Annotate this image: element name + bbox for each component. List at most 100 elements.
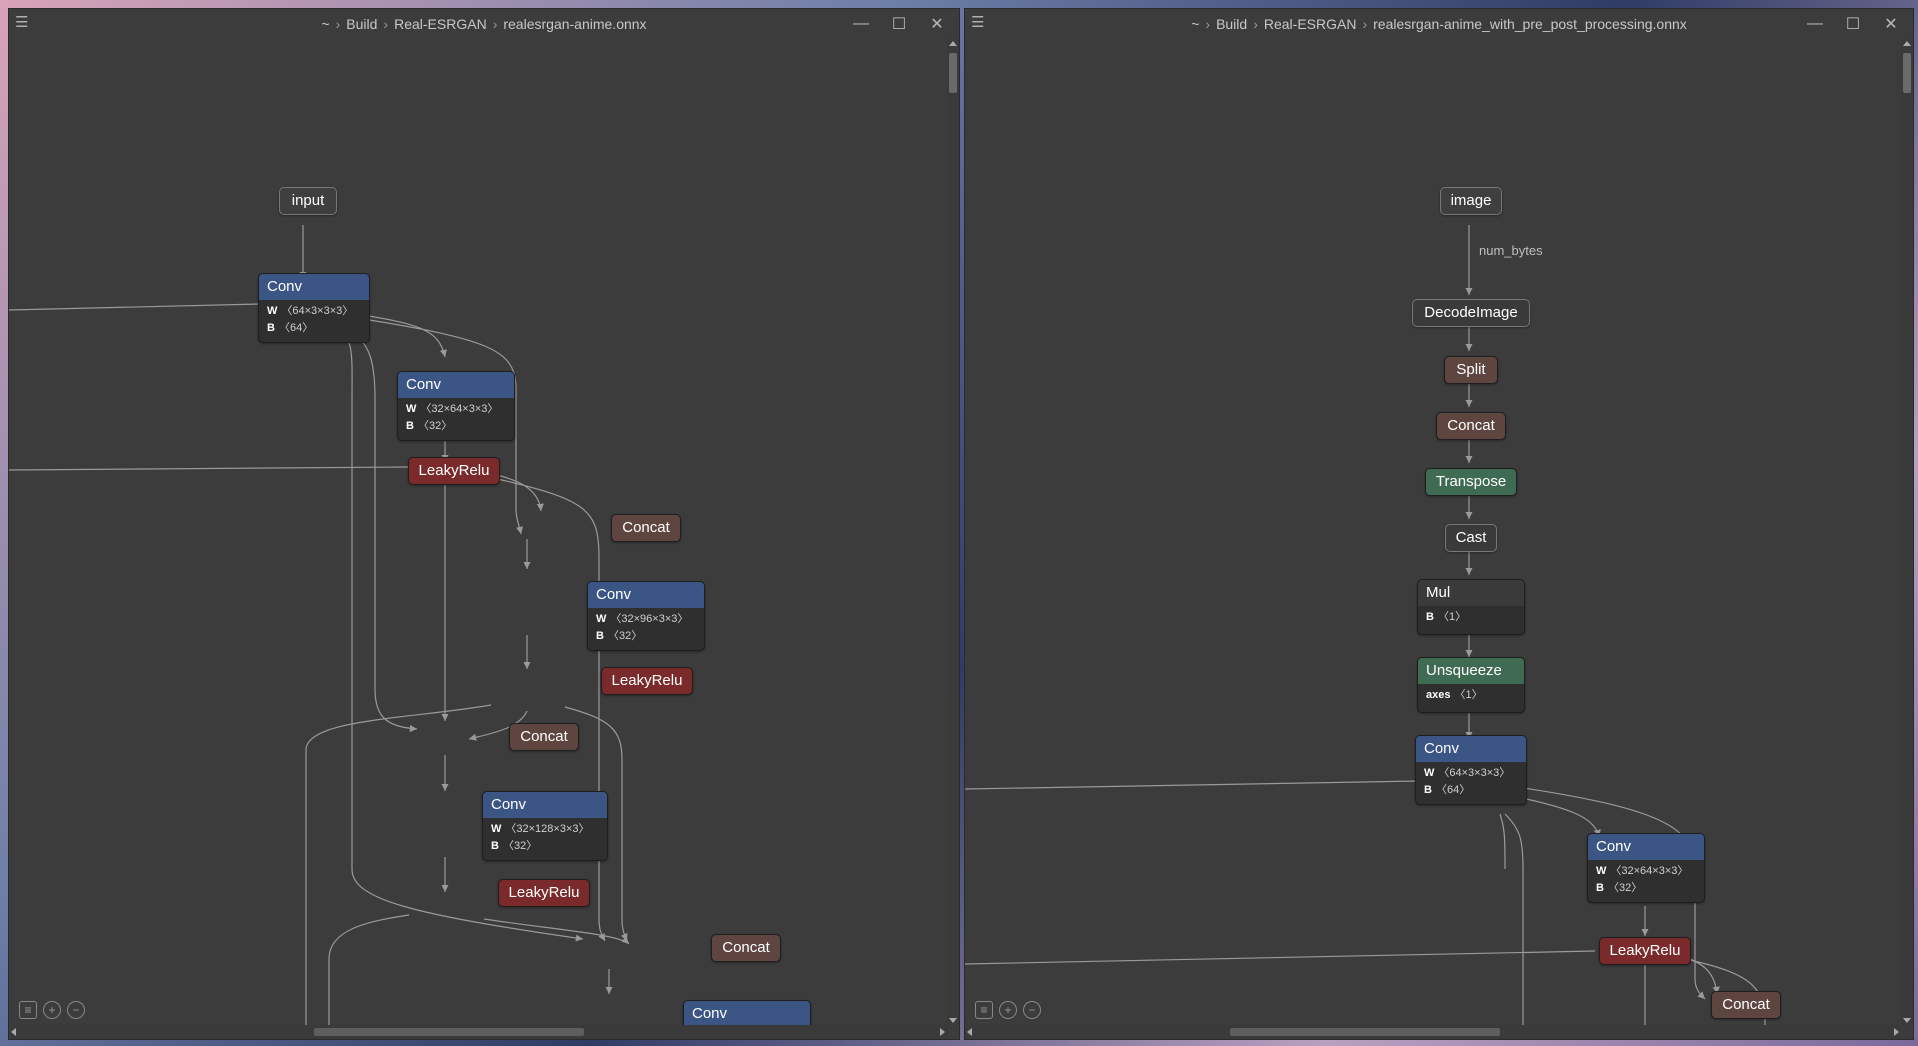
maximize-icon[interactable]: ☐ [883,13,915,35]
zoom-in-icon[interactable]: + [999,1001,1017,1019]
left-graph-canvas[interactable]: input Conv W 〈64×3×3×3〉 B 〈64〉 Conv W 〈32×6… [9,39,947,1030]
chevron-right-icon: › [1362,16,1368,32]
node-label: Conv [483,792,607,818]
node-label: Concat [722,939,770,956]
node-label: LeakyRelu [611,672,683,689]
zoom-out-icon[interactable]: − [1023,1001,1041,1019]
node-unsqueeze[interactable]: Unsqueeze axes 〈1〉 [1417,657,1525,713]
scrollbar-thumb[interactable] [1230,1028,1500,1036]
node-label: Transpose [1435,473,1507,490]
node-label: Conv [398,372,514,398]
list-icon[interactable]: ≡ [975,1001,993,1019]
node-label: Conv [588,582,704,608]
node-leakyrelu[interactable]: LeakyRelu [1599,937,1691,965]
scroll-up-icon[interactable] [1903,41,1911,46]
breadcrumb-home[interactable]: ~ [321,16,329,32]
scrollbar-thumb[interactable] [314,1028,584,1036]
weight-attr: W 〈32×64×3×3〉 [406,403,499,415]
node-split[interactable]: Split [1444,356,1498,384]
horizontal-scrollbar[interactable] [9,1025,947,1039]
right-netron-window: ☰ ~ › Build › Real-ESRGAN › realesrgan-anime_w… [964,8,1914,1040]
bias-attr: B 〈32〉 [491,840,538,852]
scroll-left-icon[interactable] [11,1028,16,1036]
bias-attr: B 〈32〉 [406,420,453,432]
node-conv[interactable]: Conv W 〈64×3×3×3〉 B 〈64〉 [258,273,370,343]
node-conv[interactable]: Conv W 〈32×64×3×3〉 B 〈32〉 [1587,833,1705,903]
node-conv[interactable]: Conv W 〈64×3×3×3〉 B 〈64〉 [1415,735,1527,805]
node-transpose[interactable]: Transpose [1425,468,1517,496]
bias-attr: B 〈64〉 [267,322,314,334]
horizontal-scrollbar[interactable] [965,1025,1901,1039]
minimize-icon[interactable]: — [1799,13,1831,35]
edge-label-num-bytes: num_bytes [1479,243,1543,258]
close-icon[interactable]: ✕ [1875,13,1907,35]
node-concat[interactable]: Concat [611,514,681,542]
close-icon[interactable]: ✕ [921,13,953,35]
node-concat[interactable]: Concat [711,934,781,962]
node-label: Mul [1418,580,1524,606]
node-label: Concat [520,728,568,745]
node-label: Conv [1588,834,1704,860]
node-label: image [1450,192,1492,209]
weight-attr: W 〈64×3×3×3〉 [267,305,354,317]
zoom-out-icon[interactable]: − [67,1001,85,1019]
vertical-scrollbar[interactable] [1901,39,1913,1025]
node-concat[interactable]: Concat [1711,991,1781,1019]
chevron-right-icon: › [1205,16,1211,32]
right-graph-edges [965,225,1766,1025]
weight-attr: W 〈64×3×3×3〉 [1424,767,1511,779]
node-leakyrelu[interactable]: LeakyRelu [601,667,693,695]
left-breadcrumb: ~ › Build › Real-ESRGAN › realesrgan-anime.onn… [9,16,959,32]
maximize-icon[interactable]: ☐ [1837,13,1869,35]
node-leakyrelu[interactable]: LeakyRelu [408,457,500,485]
node-leakyrelu[interactable]: LeakyRelu [498,879,590,907]
node-label: DecodeImage [1424,304,1518,321]
scrollbar-thumb[interactable] [1903,53,1911,93]
bias-attr: B 〈1〉 [1426,611,1467,623]
left-graph-edges [9,225,630,1025]
left-titlebar: ☰ ~ › Build › Real-ESRGAN › realesrgan-anime.o… [9,9,959,39]
right-breadcrumb: ~ › Build › Real-ESRGAN › realesrgan-anime_wit… [965,16,1913,32]
breadcrumb-home[interactable]: ~ [1191,16,1199,32]
node-cast[interactable]: Cast [1445,524,1497,552]
scroll-up-icon[interactable] [949,41,957,46]
scroll-down-icon[interactable] [949,1018,957,1023]
minimize-icon[interactable]: — [845,13,877,35]
scroll-right-icon[interactable] [1894,1028,1899,1036]
node-conv[interactable]: Conv W 〈32×96×3×3〉 B 〈32〉 [587,581,705,651]
node-label: LeakyRelu [1609,942,1681,959]
scroll-right-icon[interactable] [940,1028,945,1036]
breadcrumb-real-esrgan[interactable]: Real-ESRGAN [394,16,487,32]
scrollbar-thumb[interactable] [949,53,957,93]
bias-attr: B 〈64〉 [1424,784,1471,796]
weight-attr: W 〈32×128×3×3〉 [491,823,590,835]
chevron-right-icon: › [492,16,498,32]
graph-toolbar: ≡ + − [19,1001,85,1019]
node-conv[interactable]: Conv W 〈32×128×3×3〉 B 〈32〉 [482,791,608,861]
node-input[interactable]: input [279,187,337,215]
breadcrumb-real-esrgan[interactable]: Real-ESRGAN [1264,16,1357,32]
breadcrumb-file: realesrgan-anime_with_pre_post_processin… [1373,16,1687,32]
node-conv[interactable]: Conv W 〈32×64×3×3〉 B 〈32〉 [397,371,515,441]
scroll-left-icon[interactable] [967,1028,972,1036]
axes-attr: axes 〈1〉 [1426,689,1483,701]
right-titlebar: ☰ ~ › Build › Real-ESRGAN › realesrgan-anime_w… [965,9,1913,39]
breadcrumb-build[interactable]: Build [1216,16,1247,32]
left-netron-window: ☰ ~ › Build › Real-ESRGAN › realesrgan-anime.o… [8,8,960,1040]
node-concat[interactable]: Concat [1436,412,1506,440]
right-graph-canvas[interactable]: num_bytes image DecodeImage Split Concat… [965,39,1901,1025]
bias-attr: B 〈32〉 [596,630,643,642]
node-image[interactable]: image [1440,187,1502,215]
weight-attr: W 〈32×64×3×3〉 [1596,865,1689,877]
node-concat[interactable]: Concat [509,723,579,751]
breadcrumb-file: realesrgan-anime.onnx [503,16,647,32]
node-mul[interactable]: Mul B 〈1〉 [1417,579,1525,635]
zoom-in-icon[interactable]: + [43,1001,61,1019]
list-icon[interactable]: ≡ [19,1001,37,1019]
scroll-down-icon[interactable] [1903,1018,1911,1023]
node-decodeimage[interactable]: DecodeImage [1412,299,1530,327]
breadcrumb-build[interactable]: Build [346,16,377,32]
node-label: Concat [1722,996,1770,1013]
chevron-right-icon: › [383,16,389,32]
vertical-scrollbar[interactable] [947,39,959,1025]
